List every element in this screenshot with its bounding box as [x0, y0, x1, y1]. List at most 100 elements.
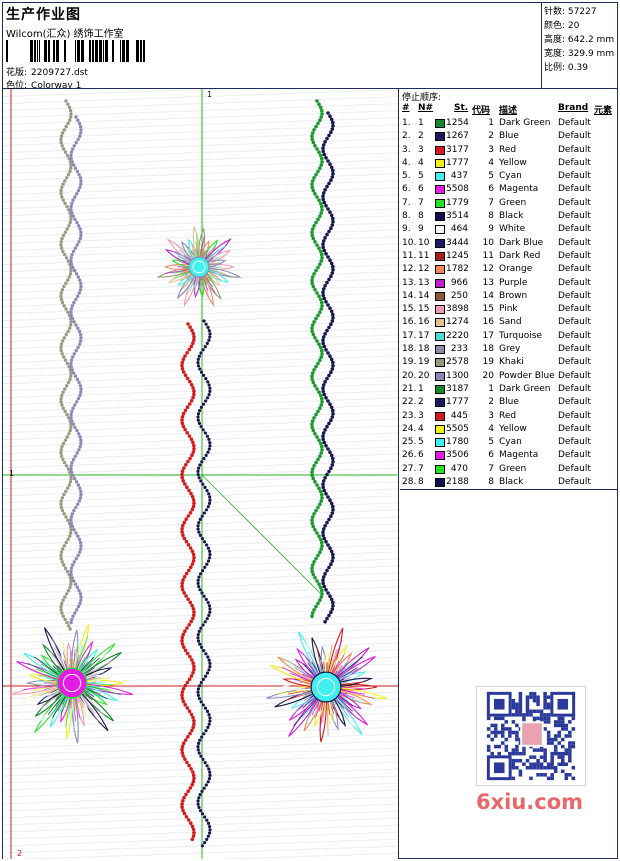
color-swatch [435, 384, 445, 394]
row-index: 14. [402, 290, 417, 301]
sheet-title: 生产作业图 [6, 7, 81, 23]
row-stitches: 437 [450, 171, 468, 182]
row-needle: 2 [418, 131, 424, 142]
row-stitches: 1300 [446, 370, 469, 381]
row-description: Cyan [499, 437, 522, 448]
stop-row[interactable]: 15. 15 3898 15 Pink Default [400, 303, 617, 316]
row-code: 1 [488, 383, 494, 394]
row-index: 2. [402, 131, 411, 142]
row-code: 10 [482, 237, 494, 248]
marker-left: 1 [9, 469, 15, 478]
row-index: 10. [402, 237, 417, 248]
stop-row[interactable]: 27. 7 470 7 Green Default [400, 463, 617, 476]
row-description: Blue [499, 131, 519, 142]
color-swatch [435, 331, 445, 341]
row-code: 18 [482, 344, 494, 355]
row-code: 3 [488, 144, 494, 155]
stop-row[interactable]: 5. 5 437 5 Cyan Default [400, 170, 617, 183]
row-index: 17. [402, 330, 417, 341]
stop-row[interactable]: 12. 12 1782 12 Orange Default [400, 263, 617, 276]
row-code: 12 [482, 264, 494, 275]
row-brand: Default [558, 224, 591, 235]
embroidery-artwork [3, 89, 399, 859]
col-element: 元素 [594, 106, 613, 116]
row-needle: 7 [418, 197, 424, 208]
color-swatch [435, 185, 445, 195]
row-index: 20. [402, 370, 417, 381]
row-stitches: 1777 [446, 397, 469, 408]
row-code: 3 [488, 410, 494, 421]
marker-top: 1 [207, 90, 213, 99]
row-stitches: 3898 [446, 304, 469, 315]
color-swatch [435, 371, 445, 381]
row-brand: Default [558, 144, 591, 155]
row-index: 19. [402, 357, 417, 368]
row-stitches: 1274 [446, 317, 469, 328]
color-swatch [435, 238, 445, 248]
row-stitches: 1780 [446, 437, 469, 448]
stat-width: 宽度: 329.9 mm [544, 49, 615, 59]
row-brand: Default [558, 450, 591, 461]
stop-row[interactable]: 9. 9 464 9 White Default [400, 223, 617, 236]
color-swatch [435, 145, 445, 155]
row-needle: 1 [418, 383, 424, 394]
row-brand: Default [558, 357, 591, 368]
company-name: Wilcom(汇众) 绣饰工作室 [6, 29, 124, 40]
row-needle: 9 [418, 224, 424, 235]
color-swatch [435, 172, 445, 182]
stop-row[interactable]: 16. 16 1274 16 Sand Default [400, 316, 617, 329]
stop-row[interactable]: 23. 3 445 3 Red Default [400, 410, 617, 423]
row-code: 11 [482, 250, 494, 261]
stop-row[interactable]: 20. 20 1300 20 Powder Blue Default [400, 370, 617, 383]
color-swatch [435, 158, 445, 168]
row-stitches: 2220 [446, 330, 469, 341]
stop-row[interactable]: 25. 5 1780 5 Cyan Default [400, 436, 617, 449]
stop-row[interactable]: 22. 2 1777 2 Blue Default [400, 396, 617, 409]
stop-row[interactable]: 10. 10 3444 10 Dark Blue Default [400, 237, 617, 250]
row-stitches: 2578 [446, 357, 469, 368]
row-needle: 6 [418, 450, 424, 461]
stop-row[interactable]: 2. 2 1267 2 Blue Default [400, 130, 617, 143]
stop-row[interactable]: 26. 6 3506 6 Magenta Default [400, 449, 617, 462]
row-brand: Default [558, 264, 591, 275]
row-needle: 1 [418, 118, 424, 128]
row-brand: Default [558, 330, 591, 341]
stop-row[interactable]: 21. 1 3187 1 Dark Green Default [400, 383, 617, 396]
stop-row[interactable]: 14. 14 250 14 Brown Default [400, 290, 617, 303]
barcode [6, 40, 145, 62]
stop-row[interactable]: 28. 8 2188 8 Black Default [400, 476, 617, 489]
stop-sequence-panel: 停止顺序: # N# St. 代码 描述 Brand 元素 1. 1 1254 1 Da… [400, 89, 617, 490]
row-code: 16 [482, 317, 494, 328]
row-description: Red [499, 144, 517, 155]
stop-row[interactable]: 6. 6 5508 6 Magenta Default [400, 183, 617, 196]
stop-row[interactable]: 3. 3 3177 3 Red Default [400, 144, 617, 157]
row-index: 22. [402, 397, 417, 408]
row-description: Brown [499, 290, 528, 301]
row-brand: Default [558, 131, 591, 142]
row-brand: Default [558, 277, 591, 288]
row-brand: Default [558, 463, 591, 474]
row-stitches: 250 [450, 290, 468, 301]
stop-row[interactable]: 18. 18 233 18 Grey Default [400, 343, 617, 356]
row-index: 4. [402, 157, 411, 168]
design-preview-canvas[interactable]: 1 1 2 [3, 89, 399, 859]
stop-row[interactable]: 17. 17 2220 17 Turquoise Default [400, 330, 617, 343]
stop-row[interactable]: 1. 1 1254 1 Dark Green Default [400, 117, 617, 130]
color-swatch [435, 438, 445, 448]
stop-row[interactable]: 8. 8 3514 8 Black Default [400, 210, 617, 223]
stop-row[interactable]: 13. 13 966 13 Purple Default [400, 277, 617, 290]
col-needle: N# [418, 103, 434, 113]
stop-row[interactable]: 24. 4 5505 4 Yellow Default [400, 423, 617, 436]
row-needle: 3 [418, 144, 424, 155]
stop-row[interactable]: 19. 19 2578 19 Khaki Default [400, 356, 617, 369]
row-code: 9 [488, 224, 494, 235]
row-description: Powder Blue [499, 370, 555, 381]
color-swatch [435, 251, 445, 261]
row-brand: Default [558, 184, 591, 195]
stop-row[interactable]: 4. 4 1777 4 Yellow Default [400, 157, 617, 170]
row-description: Purple [499, 277, 528, 288]
row-code: 2 [488, 131, 494, 142]
stop-row[interactable]: 11. 11 1245 11 Dark Red Default [400, 250, 617, 263]
design-stats: 针数: 57227 颜色: 20 高度: 642.2 mm 宽度: 329.9 … [541, 3, 617, 89]
stop-row[interactable]: 7. 7 1779 7 Green Default [400, 197, 617, 210]
